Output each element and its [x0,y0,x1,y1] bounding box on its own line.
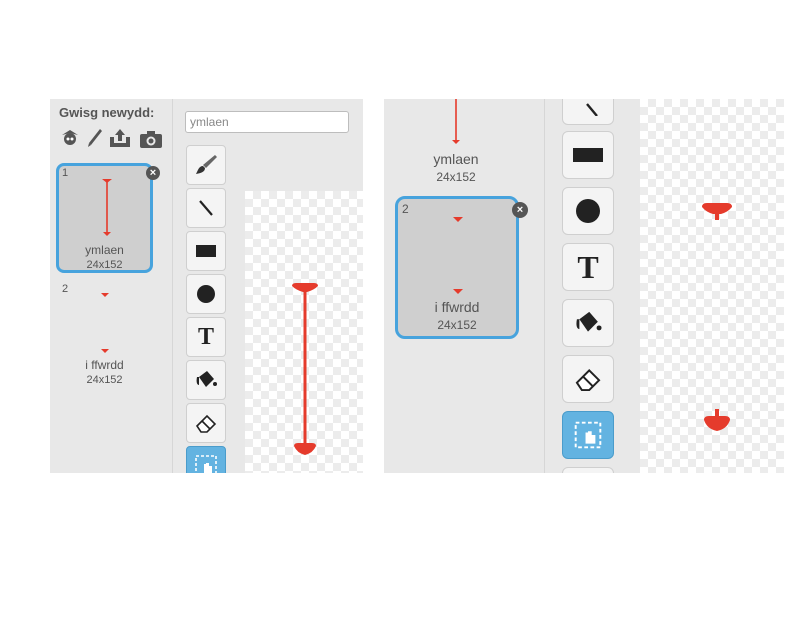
costume-name: i ffwrdd [85,358,124,372]
eraser-tool-button[interactable] [186,403,226,443]
costume-number: 2 [402,202,409,216]
eraser-tool-button[interactable] [562,355,614,403]
line-tool-button[interactable] [562,99,614,125]
costume-drawing [292,283,318,455]
paint-brush-icon[interactable] [85,127,105,149]
costume-thumbnail-1[interactable]: 1 ymlaen 24x152 [56,163,153,273]
costume-preview [452,99,460,144]
text-icon: T [577,248,599,285]
costume-list: ymlaen 24x152 2 i ffwrdd 24x152 × [384,99,545,473]
line-icon [199,200,213,216]
rectangle-tool-button[interactable] [186,231,226,271]
costume-size: 24x152 [86,374,123,386]
tool-button-partial[interactable] [562,467,614,473]
sprite-library-icon[interactable] [59,127,81,149]
select-hand-icon [195,455,217,473]
rectangle-icon [196,245,216,257]
costume-number: 2 [62,283,69,295]
costume-name-input[interactable] [185,111,349,133]
costume-preview [101,293,109,353]
ellipse-tool-button[interactable] [186,274,226,314]
drawing-canvas[interactable] [640,99,784,473]
costume-list: Gwisg newydd: 1 ymlaen 24x152 × 2 i ffwr… [50,99,173,473]
costume-size: 24x152 [86,259,123,271]
costume-number: 1 [62,167,69,179]
delete-costume-button[interactable]: × [146,166,160,180]
costume-size: 24x152 [436,170,476,184]
eraser-icon [195,414,217,433]
costume-name: ymlaen [85,243,124,257]
drawing-canvas[interactable] [245,191,363,473]
new-costume-label: Gwisg newydd: [59,105,155,120]
text-icon: T [197,323,214,350]
paint-bucket-icon [196,371,217,387]
costume-preview [102,179,112,236]
paint-editor: T [173,99,363,473]
upload-icon[interactable] [108,127,132,149]
paint-editor: T [545,99,784,473]
costume-thumbnail-2[interactable]: 2 i ffwrdd 24x152 [395,196,519,339]
costume-thumbnail-2[interactable]: 2 i ffwrdd 24x152 [56,281,153,391]
delete-costume-button[interactable]: × [512,202,528,218]
costume-name: i ffwrdd [434,299,480,315]
brush-tool-button[interactable] [186,145,226,185]
brush-icon [196,155,217,174]
line-icon [586,103,598,116]
ellipse-icon [576,199,600,223]
text-tool-button[interactable]: T [562,243,614,291]
ellipse-icon [197,285,215,303]
rectangle-icon [573,148,603,162]
select-tool-button[interactable] [562,411,614,459]
costume-preview [453,217,463,294]
costume-size: 24x152 [437,318,477,332]
fill-tool-button[interactable] [562,299,614,347]
left-editor-panel: Gwisg newydd: 1 ymlaen 24x152 × 2 i ffwr… [50,99,363,473]
line-tool-button[interactable] [186,188,226,228]
costume-drawing [702,203,732,431]
select-tool-button[interactable] [186,446,226,473]
rectangle-tool-button[interactable] [562,131,614,179]
paint-bucket-icon [576,311,602,332]
camera-icon[interactable] [139,129,163,149]
fill-tool-button[interactable] [186,360,226,400]
costume-name: ymlaen [433,151,479,167]
text-tool-button[interactable]: T [186,317,226,357]
ellipse-tool-button[interactable] [562,187,614,235]
select-hand-icon [574,421,602,449]
eraser-icon [575,368,601,392]
right-editor-panel: ymlaen 24x152 2 i ffwrdd 24x152 × T [384,99,784,473]
